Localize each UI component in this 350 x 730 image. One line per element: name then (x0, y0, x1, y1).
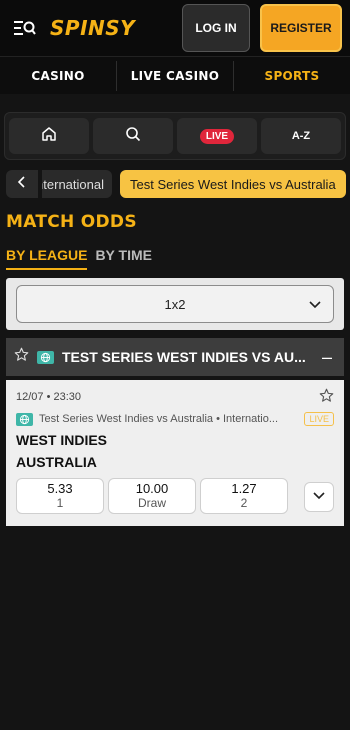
league-header[interactable]: TEST SERIES WEST INDIES VS AU... – (6, 338, 344, 376)
breadcrumb-item-international[interactable]: International (42, 170, 112, 198)
event-card[interactable]: 12/07 • 23:30 Test Series West Indies vs… (6, 380, 344, 526)
globe-flag-icon (37, 350, 54, 364)
live-button[interactable]: LIVE (177, 118, 257, 154)
event-meta: 12/07 • 23:30 (16, 388, 334, 406)
away-team: AUSTRALIA (16, 454, 97, 470)
odds-row: 5.33 1 10.00 Draw 1.27 2 (16, 478, 334, 514)
register-button[interactable]: REGISTER (260, 4, 342, 52)
menu-search-icon[interactable] (14, 17, 40, 39)
globe-flag-icon (16, 412, 33, 426)
home-button[interactable] (9, 118, 89, 154)
live-label: LIVE (199, 128, 235, 144)
sports-quickbar: LIVE A-Z (4, 112, 346, 160)
odd-value: 10.00 (135, 481, 169, 496)
breadcrumb: International Test Series West Indies vs… (6, 170, 346, 198)
more-markets-button[interactable] (304, 482, 334, 512)
nav-casino[interactable]: CASINO (0, 60, 117, 91)
chevron-left-icon (17, 175, 27, 193)
home-icon (41, 126, 57, 147)
star-icon[interactable] (14, 347, 29, 367)
market-panel: 1x2 (6, 278, 344, 330)
nav-live-casino[interactable]: LIVE CASINO (117, 60, 234, 91)
odd-value: 1.27 (231, 481, 257, 496)
page-title: MATCH ODDS (6, 212, 137, 232)
tab-by-league[interactable]: BY LEAGUE (6, 247, 88, 270)
search-button[interactable] (93, 118, 173, 154)
league-name: TEST SERIES WEST INDIES VS AU... (62, 349, 306, 365)
tab-by-time[interactable]: BY TIME (95, 247, 152, 270)
login-button[interactable]: LOG IN (182, 4, 250, 52)
breadcrumb-back-button[interactable] (6, 170, 38, 198)
event-league-path: Test Series West Indies vs Australia • I… (39, 413, 279, 425)
odd-away-button[interactable]: 1.27 2 (200, 478, 288, 514)
market-dropdown[interactable]: 1x2 (16, 285, 334, 323)
odd-draw-button[interactable]: 10.00 Draw (108, 478, 196, 514)
odd-value: 5.33 (47, 481, 73, 496)
odd-label: Draw (137, 496, 166, 510)
market-value: 1x2 (164, 296, 186, 312)
odd-home-button[interactable]: 5.33 1 (16, 478, 104, 514)
home-team: WEST INDIES (16, 432, 108, 448)
search-icon (125, 126, 141, 147)
breadcrumb-item-current[interactable]: Test Series West Indies vs Australia (120, 170, 346, 198)
odd-label: 1 (56, 496, 64, 510)
main-nav: CASINO LIVE CASINO SPORTS (0, 56, 350, 94)
chevron-down-icon (313, 488, 325, 506)
collapse-icon[interactable]: – (318, 347, 336, 368)
brand-logo[interactable]: SPINSY (50, 16, 135, 40)
top-header: SPINSY LOG IN REGISTER (0, 0, 350, 56)
nav-sports[interactable]: SPORTS (234, 61, 350, 91)
az-button[interactable]: A-Z (261, 118, 341, 154)
live-badge: LIVE (304, 412, 334, 426)
favorite-star-icon[interactable] (319, 388, 334, 406)
az-label: A-Z (291, 130, 311, 142)
chevron-down-icon (309, 298, 321, 313)
event-datetime: 12/07 • 23:30 (16, 391, 82, 403)
view-tabs: BY LEAGUE BY TIME (6, 247, 152, 270)
odd-label: 2 (240, 496, 248, 510)
event-league-row: Test Series West Indies vs Australia • I… (16, 410, 334, 428)
